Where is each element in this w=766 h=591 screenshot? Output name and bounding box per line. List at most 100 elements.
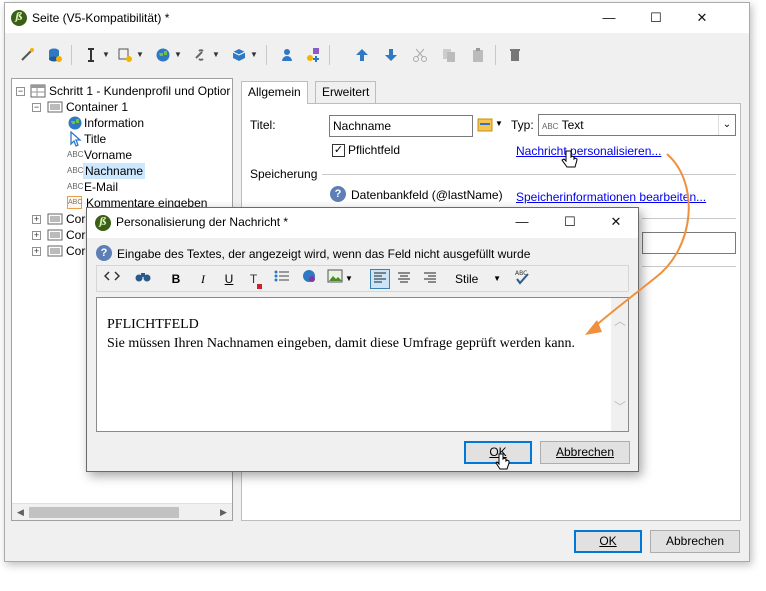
tree-item-label: Title — [84, 132, 107, 146]
hand-cursor-icon — [494, 453, 510, 473]
expand-toggle[interactable]: + — [32, 231, 41, 240]
field-picker-icon[interactable] — [477, 117, 493, 133]
typ-select[interactable]: ABC Text ⌄ — [538, 114, 736, 136]
form-filter-icon[interactable] — [115, 45, 135, 65]
tree-item[interactable]: ABC Vorname — [12, 147, 232, 163]
tree-item[interactable]: ABC E-Mail — [12, 179, 232, 195]
scroll-left-arrow-icon[interactable]: ◀ — [12, 504, 29, 520]
scroll-right-arrow-icon[interactable]: ▶ — [215, 504, 232, 520]
text-cursor-dropdown-arrow[interactable]: ▼ — [102, 45, 110, 65]
insert-link-icon[interactable] — [299, 269, 319, 289]
cut-icon[interactable] — [410, 45, 430, 65]
pflichtfeld-checkbox[interactable]: ✓ — [332, 144, 345, 157]
insert-image-icon[interactable] — [325, 269, 345, 289]
tree-item-selected[interactable]: ABC Nachname — [12, 163, 232, 179]
binoculars-icon[interactable] — [133, 269, 153, 289]
italic-button[interactable]: I — [193, 269, 213, 289]
globe-icon[interactable] — [153, 45, 173, 65]
tab-erweitert[interactable]: Erweitert — [315, 81, 377, 103]
align-center-button[interactable] — [394, 269, 414, 289]
paste-icon[interactable] — [468, 45, 488, 65]
scroll-down-arrow-icon[interactable]: ﹀ — [614, 398, 626, 417]
arrow-down-icon[interactable] — [381, 45, 401, 65]
align-right-button[interactable] — [420, 269, 440, 289]
abc-icon: ABC — [67, 166, 84, 175]
typ-label: Typ: — [511, 118, 534, 132]
titel-label: Titel: — [250, 118, 276, 132]
style-select-value: Stile — [455, 272, 479, 286]
tree-container-label: Cor — [66, 228, 86, 242]
tree-item[interactable]: Information — [12, 115, 232, 131]
align-left-button[interactable] — [370, 269, 390, 289]
trash-icon[interactable] — [505, 45, 525, 65]
tree-container-label: Cor — [66, 244, 86, 258]
help-icon: ? — [96, 245, 112, 261]
spellcheck-icon[interactable]: ABC — [512, 269, 532, 289]
chevron-down-icon: ⌄ — [718, 115, 735, 135]
ok-button-label: OK — [599, 534, 617, 548]
form-filter-dropdown-arrow[interactable]: ▼ — [136, 45, 144, 65]
container-icon — [47, 227, 63, 243]
maximize-button[interactable]: ☐ — [633, 4, 679, 32]
container-icon — [47, 99, 63, 115]
expand-toggle[interactable]: + — [32, 247, 41, 256]
arrow-up-icon[interactable] — [352, 45, 372, 65]
tree-root[interactable]: − Schritt 1 - Kundenprofil und Optior — [12, 83, 232, 99]
minimize-button[interactable]: — — [586, 4, 632, 32]
expand-toggle[interactable]: + — [32, 215, 41, 224]
underline-button[interactable]: U — [219, 269, 239, 289]
cursor-icon — [67, 130, 83, 147]
expand-toggle[interactable]: − — [16, 87, 25, 96]
tree-item[interactable]: Title — [12, 130, 232, 147]
bullet-list-icon[interactable] — [272, 269, 292, 289]
dialog-minimize-button[interactable]: — — [499, 208, 545, 236]
add-shapes-icon[interactable] — [303, 45, 323, 65]
ok-button[interactable]: OK — [574, 530, 642, 553]
toolbar-separator — [266, 45, 267, 65]
toolbar-separator — [71, 45, 72, 65]
titel-input[interactable]: Nachname — [329, 115, 473, 137]
app-logo-icon: ß — [11, 10, 27, 26]
tree-item-label: Vorname — [84, 148, 133, 162]
cancel-button[interactable]: Abbrechen — [650, 530, 740, 553]
dialog-cancel-button[interactable]: Abbrechen — [540, 441, 630, 464]
tab-allgemein[interactable]: Allgemein — [241, 81, 308, 104]
editor-line-2: Sie müssen Ihren Nachnamen eingeben, dam… — [107, 336, 576, 351]
tree-container-label: Cor — [66, 212, 86, 226]
globe-icon — [67, 115, 83, 131]
toolbar-separator — [495, 45, 496, 65]
text-cursor-icon[interactable] — [81, 45, 101, 65]
tree-container[interactable]: − Container 1 — [12, 99, 232, 115]
person-icon[interactable] — [277, 45, 297, 65]
clear-format-button[interactable]: T — [246, 269, 266, 289]
container-icon — [47, 211, 63, 227]
pflichtfeld-label: Pflichtfeld — [348, 143, 401, 157]
clear-format-red-mark — [257, 284, 263, 289]
cube-icon[interactable] — [229, 45, 249, 65]
typ-select-value: Text — [561, 118, 584, 132]
cube-dropdown-arrow[interactable]: ▼ — [250, 45, 258, 65]
link-dropdown-arrow[interactable]: ▼ — [212, 45, 220, 65]
annotation-arrow — [585, 153, 690, 335]
message-editor[interactable]: PFLICHTFELD Sie müssen Ihren Nachnamen e… — [96, 297, 629, 432]
close-button[interactable]: ✕ — [679, 4, 725, 32]
abc-icon: ABC — [542, 122, 559, 131]
tree-horizontal-scrollbar[interactable]: ◀ ▶ — [12, 503, 232, 520]
link-icon[interactable] — [191, 45, 211, 65]
source-code-icon[interactable] — [102, 269, 122, 289]
bold-button[interactable]: B — [166, 269, 186, 289]
image-dropdown-arrow[interactable]: ▼ — [344, 269, 354, 289]
field-picker-dropdown-arrow[interactable]: ▼ — [495, 119, 503, 128]
scrollbar-thumb[interactable] — [29, 507, 179, 518]
magic-wand-icon[interactable] — [17, 45, 37, 65]
database-icon[interactable] — [45, 45, 65, 65]
style-select[interactable]: Stile ▼ — [455, 269, 501, 289]
cancel-button-label: Abbrechen — [665, 534, 725, 548]
globe-dropdown-arrow[interactable]: ▼ — [174, 45, 182, 65]
dialog-info-text: Eingabe des Textes, der angezeigt wird, … — [117, 247, 531, 261]
app-logo-icon: ß — [95, 215, 111, 231]
rich-text-toolbar: B I U T ▼ Stile ▼ ABC — [96, 265, 629, 292]
copy-icon[interactable] — [439, 45, 459, 65]
editor-line-1: PFLICHTFELD — [107, 317, 199, 332]
expand-toggle[interactable]: − — [32, 103, 41, 112]
